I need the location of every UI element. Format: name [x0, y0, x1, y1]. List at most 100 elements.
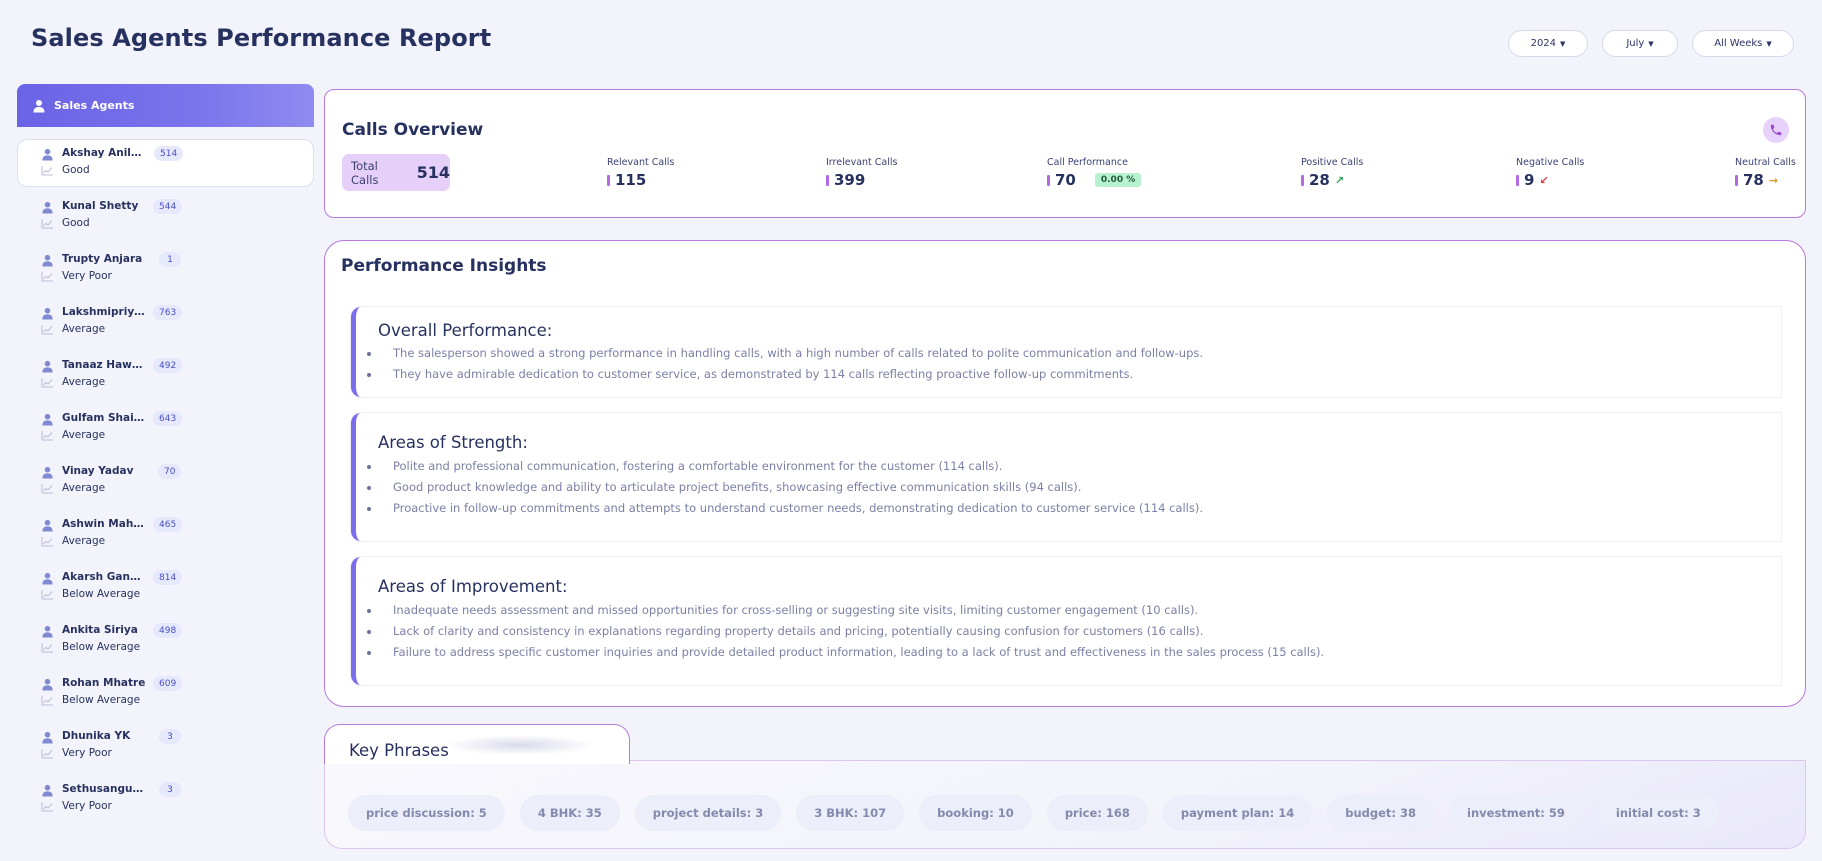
performance-percent-badge: 0.00 %: [1094, 173, 1142, 187]
month-dropdown[interactable]: July ▼: [1602, 30, 1678, 57]
performance-insights-title: Performance Insights: [341, 256, 547, 276]
call-count-badge: 814: [153, 570, 183, 585]
month-value: July: [1626, 38, 1645, 49]
year-dropdown[interactable]: 2024 ▼: [1508, 30, 1588, 57]
phone-icon: [1763, 117, 1789, 143]
agent-rating: Good: [62, 217, 90, 229]
agent-rating: Good: [62, 164, 90, 176]
agent-item[interactable]: Akarsh Gangan 814 Below Average: [17, 563, 314, 616]
agent-name: Tanaaz Hawal...: [62, 359, 146, 371]
agent-rating: Below Average: [62, 588, 141, 600]
insight-point: Failure to address specific customer inq…: [366, 642, 1324, 663]
chart-line-icon: [41, 696, 53, 706]
agent-item[interactable]: Kunal Shetty 544 Good: [17, 192, 314, 245]
metric-bar: [1516, 174, 1519, 186]
call-count-badge: 643: [153, 411, 183, 426]
agent-item[interactable]: Lakshmipriya S... 763 Average: [17, 298, 314, 351]
user-icon: [42, 784, 53, 797]
key-phrase-chip[interactable]: payment plan: 14: [1162, 795, 1313, 831]
call-count-badge: 1: [159, 252, 181, 267]
agent-item[interactable]: Sethusanguraja... 3 Very Poor: [17, 775, 314, 828]
decorative-blur: [445, 735, 595, 755]
insight-point: Polite and professional communication, f…: [367, 456, 1203, 477]
key-phrase-chip[interactable]: price discussion: 5: [348, 795, 505, 831]
agent-rating: Average: [62, 535, 106, 547]
page-title: Sales Agents Performance Report: [31, 24, 492, 52]
agent-item[interactable]: Rohan Mhatre 609 Below Average: [17, 669, 314, 722]
agent-item[interactable]: Dhunika YK 3 Very Poor: [17, 722, 314, 775]
user-icon: [42, 148, 53, 161]
weeks-dropdown[interactable]: All Weeks ▼: [1692, 30, 1794, 57]
metric-bar: [1735, 174, 1738, 186]
performance-insights-card: Performance Insights Overall Performance…: [324, 240, 1806, 707]
agent-item[interactable]: Vinay Yadav 70 Average: [17, 457, 314, 510]
metric-bar: [607, 174, 610, 186]
agent-name: Kunal Shetty: [62, 200, 139, 212]
key-phrase-chip[interactable]: initial cost: 3: [1597, 795, 1719, 831]
agent-item[interactable]: Ankita Siriya 498 Below Average: [17, 616, 314, 669]
key-phrases-tab: Key Phrases: [324, 724, 630, 764]
agents-sidebar: Sales Agents Akshay Anilku...514GoodKuna…: [17, 84, 314, 828]
relevant-calls-metric: Relevant Calls 115: [607, 157, 674, 189]
user-icon: [42, 466, 53, 479]
negative-calls-label: Negative Calls: [1516, 157, 1585, 168]
neutral-calls-metric: Neutral Calls 78 →: [1735, 157, 1796, 189]
insight-point: The salesperson showed a strong performa…: [366, 343, 1203, 364]
chart-line-icon: [41, 272, 53, 282]
chart-line-icon: [41, 484, 53, 494]
call-count-badge: 465: [153, 517, 183, 532]
key-phrases-title: Key Phrases: [349, 741, 449, 760]
agent-name: Rohan Mhatre: [62, 677, 146, 689]
key-phrase-chip[interactable]: 3 BHK: 107: [796, 795, 905, 831]
agent-name: Lakshmipriya S...: [62, 306, 146, 318]
total-calls-label: Total Calls: [351, 158, 379, 187]
key-phrase-chip[interactable]: 4 BHK: 35: [519, 795, 620, 831]
chart-line-icon: [41, 325, 53, 335]
section-heading: Overall Performance:: [378, 321, 553, 340]
overall-performance-section: Overall Performance: The salesperson sho…: [351, 307, 1781, 397]
metric-bar: [1047, 174, 1050, 186]
agent-item[interactable]: Tanaaz Hawal... 492 Average: [17, 351, 314, 404]
chart-line-icon: [41, 590, 53, 600]
agent-item[interactable]: Gulfam Shaikh 643 Average: [17, 404, 314, 457]
arrow-up-right-icon: ↗: [1334, 173, 1345, 187]
key-phrase-chip[interactable]: budget: 38: [1327, 795, 1435, 831]
call-performance-value: 70: [1055, 171, 1076, 189]
chart-line-icon: [41, 749, 53, 759]
insight-point: Good product knowledge and ability to ar…: [367, 477, 1203, 498]
agent-item[interactable]: Trupty Anjara 1 Very Poor: [17, 245, 314, 298]
metric-bar: [826, 174, 829, 186]
positive-calls-value: 28: [1309, 171, 1330, 189]
user-icon: [42, 625, 53, 638]
strength-points: Polite and professional communication, f…: [367, 456, 1203, 519]
sidebar-title: Sales Agents: [54, 99, 135, 112]
agent-name: Akarsh Gangan: [62, 571, 146, 583]
irrelevant-calls-value: 399: [834, 171, 866, 189]
call-count-badge: 609: [153, 676, 183, 691]
agent-rating: Below Average: [62, 641, 141, 653]
call-count-badge: 498: [153, 623, 183, 638]
key-phrase-chip[interactable]: investment: 59: [1449, 795, 1583, 831]
negative-calls-metric: Negative Calls 9 ↙: [1516, 157, 1584, 189]
agent-name: Dhunika YK: [62, 730, 131, 742]
agent-item[interactable]: Ashwin Mahap... 465 Average: [17, 510, 314, 563]
divider: [629, 760, 1806, 761]
call-count-badge: 763: [153, 305, 183, 320]
key-phrase-chip[interactable]: booking: 10: [919, 795, 1032, 831]
chart-line-icon: [41, 643, 53, 653]
user-icon: [42, 413, 53, 426]
neutral-calls-value: 78: [1743, 171, 1764, 189]
call-count-badge: 514: [154, 146, 184, 161]
key-phrases-list: price discussion: 5 4 BHK: 35 project deta…: [348, 795, 1719, 831]
agent-rating: Average: [62, 323, 106, 335]
insight-point: They have admirable dedication to custom…: [366, 364, 1203, 385]
total-calls-box: Total Calls 514: [342, 154, 450, 191]
arrow-down-left-icon: ↙: [1539, 173, 1549, 187]
agent-item[interactable]: Akshay Anilku... 514 Good: [17, 139, 314, 187]
key-phrase-chip[interactable]: price: 168: [1046, 795, 1148, 831]
neutral-calls-label: Neutral Calls: [1735, 157, 1796, 168]
key-phrase-chip[interactable]: project details: 3: [634, 795, 782, 831]
agent-rating: Very Poor: [62, 747, 112, 759]
agent-rating: Average: [62, 429, 106, 441]
call-count-badge: 70: [158, 464, 182, 479]
